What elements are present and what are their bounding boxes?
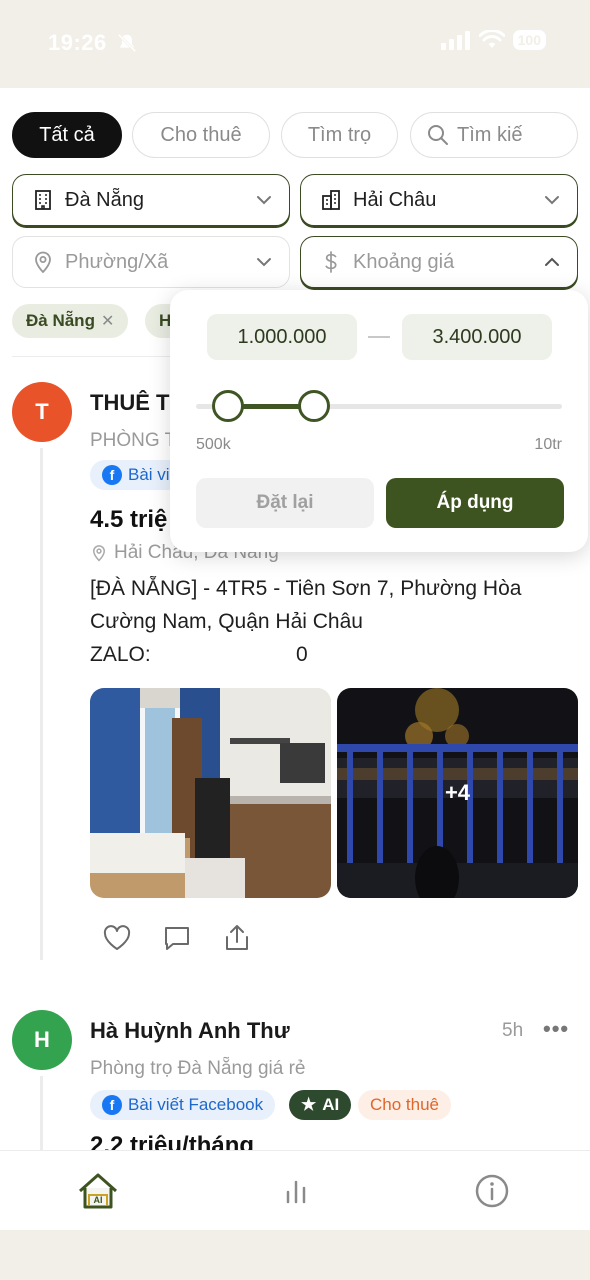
avatar[interactable]: H bbox=[12, 1010, 72, 1070]
avatar[interactable]: T bbox=[12, 382, 72, 442]
more-options-icon[interactable]: ••• bbox=[543, 1016, 569, 1042]
city-select-value: Đà Nẵng bbox=[65, 188, 144, 211]
price-range-placeholder: Khoảng giá bbox=[353, 250, 455, 273]
for-rent-badge: Cho thuê bbox=[358, 1090, 451, 1120]
search-icon bbox=[428, 125, 448, 145]
share-icon[interactable] bbox=[222, 923, 252, 953]
thread-line bbox=[40, 1076, 43, 1150]
facebook-icon: f bbox=[102, 465, 122, 485]
chevron-down-icon bbox=[545, 196, 559, 205]
room-photo bbox=[90, 688, 331, 898]
thread-line bbox=[40, 448, 43, 960]
wifi-icon bbox=[478, 30, 505, 48]
nav-info[interactable] bbox=[470, 1169, 514, 1213]
bottom-nav: AI bbox=[0, 1150, 590, 1230]
chip-city[interactable]: Đà Nẵng ✕ bbox=[12, 304, 129, 338]
chevron-down-icon bbox=[257, 258, 271, 267]
status-indicators: 100 bbox=[440, 30, 546, 50]
comment-icon[interactable] bbox=[162, 923, 192, 953]
facebook-badge-label: Bài viết Facebook bbox=[128, 1095, 264, 1114]
tab-all[interactable]: Tất cả bbox=[12, 112, 122, 158]
post-photo[interactable]: +4 bbox=[337, 688, 578, 898]
min-price-handle[interactable] bbox=[212, 390, 244, 422]
map-pin-icon bbox=[35, 251, 51, 274]
facebook-icon: f bbox=[102, 1095, 122, 1115]
ai-badge: ★ AI bbox=[289, 1090, 352, 1120]
tab-for-rent[interactable]: Cho thuê bbox=[132, 112, 270, 158]
bell-muted-icon bbox=[117, 33, 137, 53]
zalo-label: ZALO: bbox=[90, 643, 151, 666]
chip-city-label: Đà Nẵng bbox=[26, 311, 95, 330]
max-price-input[interactable]: 3.400.000 bbox=[402, 314, 552, 360]
dollar-icon bbox=[325, 251, 337, 273]
facebook-badge-label: Bài vi bbox=[128, 465, 170, 484]
price-range-select[interactable]: Khoảng giá bbox=[300, 236, 578, 288]
facebook-post-badge: f Bài viết Facebook bbox=[90, 1090, 276, 1120]
nav-home[interactable]: AI bbox=[76, 1169, 120, 1213]
nav-stats[interactable] bbox=[274, 1169, 318, 1213]
range-max-label: 10tr bbox=[534, 436, 562, 453]
tab-find-room[interactable]: Tìm trọ bbox=[281, 112, 398, 158]
range-separator bbox=[368, 336, 390, 338]
app-content: Tất cả Cho thuê Tìm trọ Tìm kiế Đà Nẵng … bbox=[0, 88, 590, 1150]
building-icon bbox=[35, 190, 51, 210]
reset-button[interactable]: Đặt lại bbox=[196, 478, 374, 528]
search-field[interactable]: Tìm kiế bbox=[410, 112, 578, 158]
post-author[interactable]: THUÊ T bbox=[90, 390, 169, 416]
info-icon bbox=[475, 1174, 509, 1208]
post-description: [ĐÀ NẴNG] - 4TR5 - Tiên Sơn 7, Phường Hò… bbox=[90, 572, 580, 671]
district-select-value: Hải Châu bbox=[353, 188, 437, 211]
ward-select-placeholder: Phường/Xã bbox=[65, 250, 169, 273]
post-group: PHÒNG T bbox=[90, 430, 177, 451]
zalo-value: 0 bbox=[296, 643, 308, 666]
min-price-input[interactable]: 1.000.000 bbox=[207, 314, 357, 360]
close-icon[interactable]: ✕ bbox=[101, 311, 114, 331]
post-price: 2.2 triệu/tháng bbox=[90, 1132, 255, 1150]
ai-badge-label: AI bbox=[322, 1095, 340, 1114]
status-bar: 19:26 100 bbox=[0, 0, 590, 88]
apply-button[interactable]: Áp dụng bbox=[386, 478, 564, 528]
heart-icon[interactable] bbox=[102, 923, 132, 953]
price-range-popup: 1.000.000 3.400.000 500k 10tr Đặt lại Áp… bbox=[170, 290, 588, 552]
search-placeholder: Tìm kiế bbox=[457, 123, 523, 146]
post-photo[interactable] bbox=[90, 688, 331, 898]
post-price: 4.5 triệ bbox=[90, 506, 168, 533]
map-pin-icon bbox=[92, 545, 106, 562]
buildings-icon bbox=[322, 190, 340, 210]
status-time: 19:26 bbox=[48, 30, 107, 55]
svg-text:AI: AI bbox=[94, 1195, 103, 1205]
post-description-line: Cường Nam, Quận Hải Châu bbox=[90, 610, 363, 633]
district-select[interactable]: Hải Châu bbox=[300, 174, 578, 226]
post-zalo-line: ZALO: 0 bbox=[90, 638, 580, 671]
home-indicator-area bbox=[0, 1230, 590, 1280]
more-photos-count: +4 bbox=[444, 780, 471, 805]
facebook-post-badge: f Bài vi bbox=[90, 460, 182, 490]
star-icon: ★ bbox=[301, 1095, 317, 1114]
house-ai-icon: AI bbox=[79, 1173, 117, 1209]
max-price-handle[interactable] bbox=[298, 390, 330, 422]
bar-chart-icon bbox=[286, 1180, 306, 1204]
chevron-up-icon bbox=[545, 257, 559, 266]
post-author[interactable]: Hà Huỳnh Anh Thư bbox=[90, 1018, 290, 1044]
post-group: Phòng trọ Đà Nẵng giá rẻ bbox=[90, 1058, 306, 1079]
post-description-line: [ĐÀ NẴNG] - 4TR5 - Tiên Sơn 7, Phường Hò… bbox=[90, 577, 522, 600]
battery-indicator: 100 bbox=[512, 30, 546, 50]
post-actions bbox=[102, 923, 252, 953]
signal-icon bbox=[440, 31, 470, 50]
post-time: 5h bbox=[502, 1020, 524, 1041]
range-min-label: 500k bbox=[196, 436, 231, 453]
ward-select[interactable]: Phường/Xã bbox=[12, 236, 290, 288]
city-select[interactable]: Đà Nẵng bbox=[12, 174, 290, 226]
chevron-down-icon bbox=[257, 196, 271, 205]
